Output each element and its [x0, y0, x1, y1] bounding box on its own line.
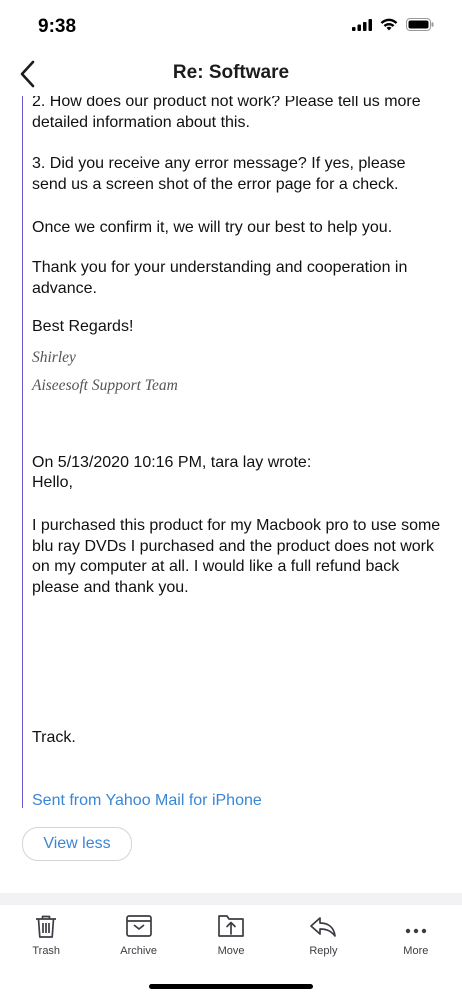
quote-track: Track.	[32, 729, 76, 746]
signal-icon	[352, 18, 372, 31]
body-paragraph-thanks: Thank you for your understanding and coo…	[32, 259, 408, 297]
body-paragraph-q3: 3. Did you receive any error message? If…	[32, 155, 406, 193]
sent-from-link[interactable]: Sent from Yahoo Mail for iPhone	[32, 791, 442, 812]
body-paragraph-confirm: Once we confirm it, we will try our best…	[32, 219, 393, 236]
move-label: Move	[217, 945, 245, 957]
wifi-icon	[380, 18, 398, 31]
trash-label: Trash	[32, 945, 61, 957]
quote-bar	[22, 96, 23, 808]
body-regards: Best Regards!	[32, 318, 134, 335]
view-less-button[interactable]: View less	[22, 827, 132, 861]
status-time: 9:38	[38, 16, 77, 37]
quote-message: I purchased this product for my Macbook …	[32, 517, 441, 596]
status-icons	[352, 18, 434, 31]
message-body: 2. How does our product not work? Please…	[0, 96, 462, 816]
bottom-toolbar: Trash Archive Move Reply More	[0, 905, 462, 965]
battery-icon	[406, 18, 434, 31]
more-label: More	[403, 945, 429, 957]
quote-header: On 5/13/2020 10:16 PM, tara lay wrote:	[32, 454, 312, 471]
more-button[interactable]: More	[370, 905, 462, 965]
reply-icon	[310, 917, 337, 937]
signature-team: Aiseesoft Support Team	[32, 377, 178, 394]
body-paragraph-q2: 2. How does our product not work? Please…	[32, 96, 421, 131]
signature-name: Shirley	[32, 349, 76, 366]
move-button[interactable]: Move	[185, 905, 277, 965]
reply-label: Reply	[309, 945, 338, 957]
toolbar-divider	[0, 893, 462, 905]
archive-label: Archive	[120, 945, 157, 957]
trash-button[interactable]: Trash	[0, 905, 92, 965]
more-icon	[405, 928, 427, 934]
archive-button[interactable]: Archive	[92, 905, 184, 965]
page-title: Re: Software	[172, 62, 290, 83]
trash-icon	[36, 915, 57, 938]
move-icon	[218, 915, 244, 937]
status-bar: 9:38	[0, 0, 462, 52]
nav-bar: Re: Software	[0, 52, 462, 98]
quote-greeting: Hello,	[32, 474, 73, 491]
reply-button[interactable]: Reply	[277, 905, 369, 965]
home-indicator[interactable]	[149, 984, 313, 989]
archive-icon	[125, 915, 152, 937]
